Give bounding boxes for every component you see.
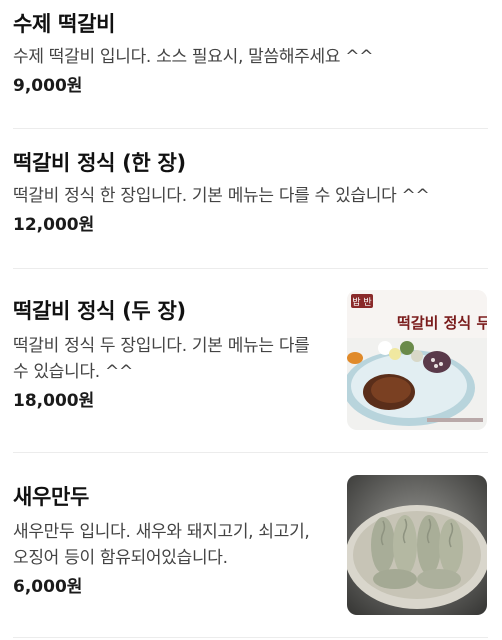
photo-corner-text: 밥 반: [352, 297, 371, 308]
galbi-set-photo-icon: 밥 반 떡갈비 정식 두: [347, 290, 487, 430]
menu-item-description: 떡갈비 정식 한 장입니다. 기본 메뉴는 다를 수 있습니다 ^^: [13, 186, 430, 206]
menu-item-price: 18,000원: [13, 391, 95, 411]
menu-item-text: 새우만두 새우만두 입니다. 새우와 돼지고기, 쇠고기, 오징어 등이 함유되…: [13, 483, 328, 599]
menu-item-description: 수제 떡갈비 입니다. 소스 필요시, 말씀해주세요 ^^: [13, 47, 374, 67]
menu-item-shrimp-dumpling[interactable]: 새우만두 새우만두 입니다. 새우와 돼지고기, 쇠고기, 오징어 등이 함유되…: [0, 453, 502, 640]
menu-item-price: 12,000원: [13, 215, 95, 235]
menu-item-name: 떡갈비 정식 (한 장): [13, 151, 186, 175]
menu-item-galbi[interactable]: 수제 떡갈비 수제 떡갈비 입니다. 소스 필요시, 말씀해주세요 ^^ 9,0…: [0, 0, 502, 128]
menu-item-text: 떡갈비 정식 (두 장) 떡갈비 정식 두 장입니다. 기본 메뉴는 다를 수 …: [13, 297, 328, 413]
menu-item-name: 수제 떡갈비: [13, 12, 116, 36]
menu-item-price: 6,000원: [13, 577, 83, 597]
menu-item-description: 떡갈비 정식 두 장입니다. 기본 메뉴는 다를 수 있습니다. ^^: [13, 336, 310, 382]
photo-banner-text: 떡갈비 정식 두: [397, 314, 487, 332]
dumpling-photo-icon: [347, 475, 487, 615]
menu-item-price: 9,000원: [13, 76, 83, 96]
menu-item-galbi-set-one[interactable]: 떡갈비 정식 (한 장) 떡갈비 정식 한 장입니다. 기본 메뉴는 다를 수 …: [0, 129, 502, 267]
dumpling-photo[interactable]: [347, 475, 487, 615]
galbi-set-photo[interactable]: 밥 반 떡갈비 정식 두: [347, 290, 487, 430]
menu-item-name: 새우만두: [13, 485, 90, 509]
menu-item-text: 떡갈비 정식 (한 장) 떡갈비 정식 한 장입니다. 기본 메뉴는 다를 수 …: [13, 149, 488, 237]
menu-item-galbi-set-two[interactable]: 떡갈비 정식 (두 장) 떡갈비 정식 두 장입니다. 기본 메뉴는 다를 수 …: [0, 269, 502, 452]
divider: [13, 637, 488, 638]
menu-item-name: 떡갈비 정식 (두 장): [13, 299, 186, 323]
menu-item-description: 새우만두 입니다. 새우와 돼지고기, 쇠고기, 오징어 등이 함유되어있습니다…: [13, 522, 310, 568]
menu-item-text: 수제 떡갈비 수제 떡갈비 입니다. 소스 필요시, 말씀해주세요 ^^ 9,0…: [13, 10, 488, 98]
